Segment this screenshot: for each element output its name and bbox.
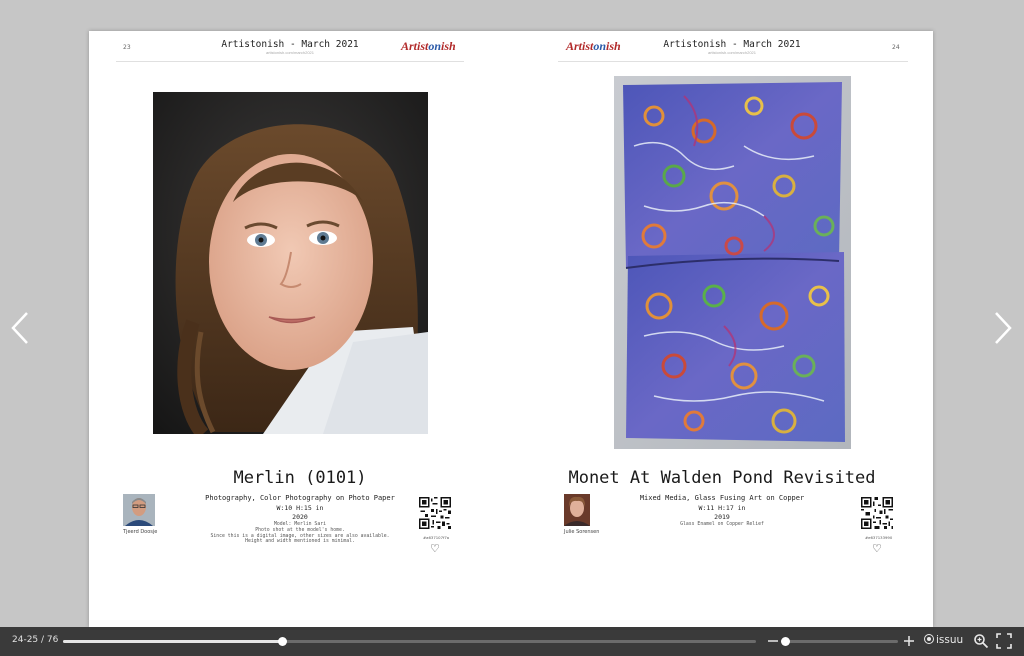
header-title: Artistonish - March 2021 [663, 39, 801, 50]
zoom-in-icon[interactable] [903, 633, 915, 649]
heart-icon[interactable]: ♡ [872, 542, 882, 555]
chevron-right-icon[interactable] [992, 311, 1014, 345]
fullscreen-icon[interactable] [996, 633, 1012, 649]
artist-name[interactable]: Tjeerd Doosje [123, 529, 157, 535]
left-page: 23 Artistonish - March 2021 artistonish.… [89, 31, 511, 627]
zoom-slider[interactable] [781, 637, 898, 646]
page-counter: 24-25 / 76 [12, 635, 59, 645]
chevron-left-icon[interactable] [9, 311, 31, 345]
page-number: 24 [892, 44, 900, 51]
progress-handle[interactable] [277, 637, 287, 646]
zoom-handle[interactable] [781, 637, 791, 646]
artwork-title: Merlin (0101) [233, 468, 367, 488]
qr-code-icon[interactable] [861, 497, 893, 529]
right-page: Artistonish Artistonish - March 2021 art… [511, 31, 933, 627]
qr-code-label: #e637133990 [865, 535, 893, 540]
header-title: Artistonish - March 2021 [221, 39, 359, 50]
header-url: artistonish.com/march2021 [707, 50, 757, 55]
header-divider [558, 61, 908, 62]
artistonish-logo: Artistonish [566, 39, 621, 53]
page-progress-slider[interactable] [63, 637, 756, 646]
header-url: artistonish.com/march2021 [265, 50, 315, 55]
artist-name[interactable]: Julie Sorensen [564, 529, 599, 535]
page-spread: 23 Artistonish - March 2021 artistonish.… [89, 31, 933, 627]
artistonish-logo: Artistonish [401, 39, 456, 53]
portrait-photo [153, 92, 428, 434]
progress-fill [63, 640, 282, 643]
header-divider [116, 61, 464, 62]
artwork-title: Monet At Walden Pond Revisited [568, 468, 876, 488]
qr-code-icon[interactable] [419, 497, 451, 529]
issuu-logo[interactable]: issuu [924, 634, 963, 648]
heart-icon[interactable]: ♡ [430, 542, 440, 555]
issuu-logo-icon [924, 634, 934, 644]
qr-code-label: #a637107f7a [423, 535, 450, 540]
zoom-out-icon[interactable] [767, 633, 779, 649]
artist-avatar[interactable] [564, 494, 590, 526]
artist-avatar[interactable] [123, 494, 155, 526]
artwork-photo [614, 76, 851, 449]
issuu-viewer: 23 Artistonish - March 2021 artistonish.… [0, 0, 1024, 656]
magnifier-icon[interactable] [973, 633, 989, 649]
page-number: 23 [123, 44, 131, 51]
viewer-toolbar: 24-25 / 76 issuu [0, 627, 1024, 656]
